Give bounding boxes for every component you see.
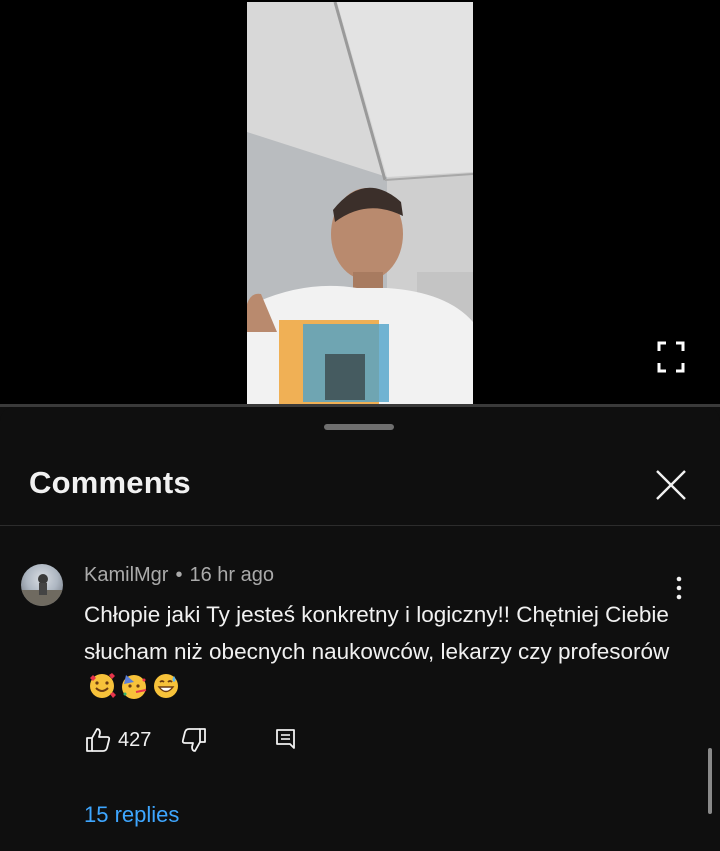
scrollbar[interactable] [708, 748, 712, 814]
comment-time: 16 hr ago [189, 564, 274, 586]
comment-actions: 427 [84, 726, 344, 756]
meta-separator: • [175, 564, 183, 586]
video-still [247, 2, 473, 404]
fullscreen-icon [657, 341, 685, 373]
partying-face-icon [120, 672, 148, 711]
thumb-down-icon [181, 728, 206, 752]
comment-meta: KamilMgr • 16 hr ago [84, 564, 274, 587]
avatar-image [21, 574, 63, 606]
video-frame [247, 2, 473, 404]
sheet-drag-handle[interactable] [324, 424, 394, 430]
sheet-header: Comments [0, 447, 720, 526]
reply-comment-icon [276, 729, 295, 749]
view-replies-link[interactable]: 15 replies [84, 802, 179, 828]
comment-author[interactable]: KamilMgr [84, 564, 168, 586]
close-icon [656, 470, 686, 500]
fullscreen-button[interactable] [656, 340, 686, 374]
comment-body: Chłopie jaki Ty jesteś konkretny i logic… [84, 596, 684, 711]
like-button[interactable] [84, 726, 112, 759]
dislike-button[interactable] [180, 726, 208, 759]
reply-button[interactable] [272, 726, 300, 759]
comment-text: Chłopie jaki Ty jesteś konkretny i logic… [84, 602, 670, 664]
sheet-title: Comments [29, 465, 191, 500]
video-player[interactable] [0, 0, 720, 404]
comments-sheet: Comments KamilMgr • 16 hr ago Chłopie ja… [0, 407, 720, 851]
grinning-face-with-sweat-icon [152, 672, 180, 711]
smiling-face-with-hearts-icon [88, 672, 116, 711]
like-count: 427 [118, 729, 152, 751]
close-button[interactable] [650, 464, 692, 506]
thumb-up-icon [86, 728, 111, 752]
avatar[interactable] [21, 564, 63, 606]
